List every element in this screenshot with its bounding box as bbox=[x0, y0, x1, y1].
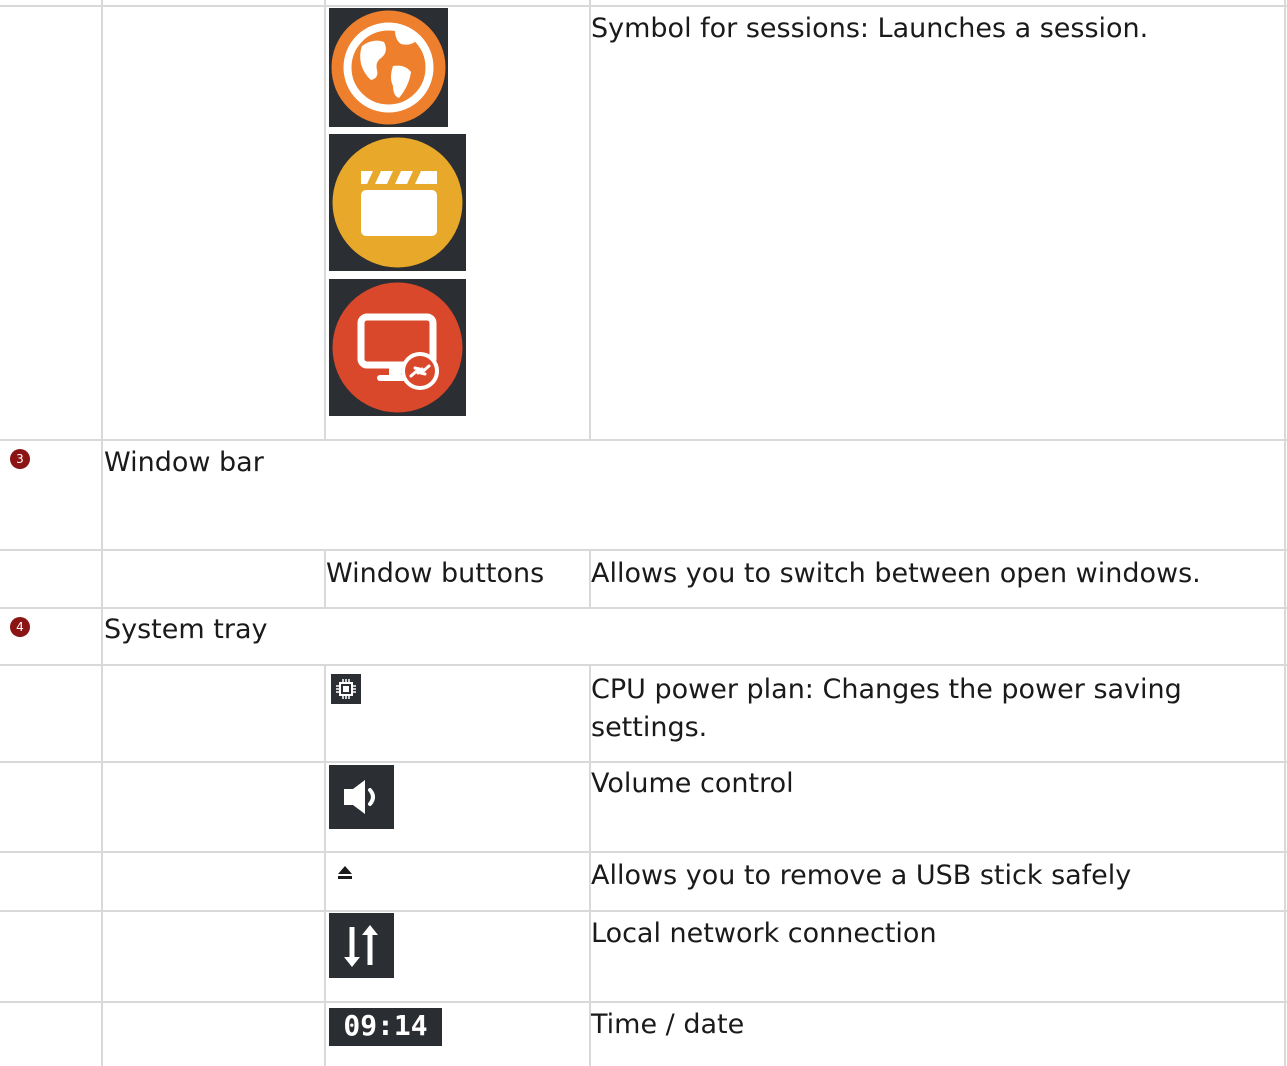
speaker-icon bbox=[329, 765, 394, 829]
section-title-system-tray: System tray bbox=[104, 614, 268, 645]
col-divider bbox=[589, 0, 591, 440]
window-buttons-description: Allows you to switch between open window… bbox=[591, 558, 1201, 589]
network-arrows-icon bbox=[329, 913, 394, 978]
eject-icon bbox=[338, 866, 352, 879]
col-divider bbox=[324, 0, 326, 440]
network-description: Local network connection bbox=[591, 918, 937, 949]
row-divider bbox=[0, 5, 1287, 7]
row-divider bbox=[0, 664, 1287, 666]
row-divider bbox=[0, 439, 1287, 441]
cpu-description: CPU power plan: Changes the power saving… bbox=[591, 674, 1182, 743]
session-description: Symbol for sessions: Launches a session. bbox=[591, 13, 1149, 44]
usb-description: Allows you to remove a USB stick safely bbox=[591, 860, 1132, 891]
clock-icon: 09:14 bbox=[329, 1008, 442, 1046]
row-divider bbox=[0, 910, 1287, 912]
section-title-window-bar: Window bar bbox=[104, 447, 264, 478]
window-buttons-label: Window buttons bbox=[326, 558, 545, 589]
row-divider bbox=[0, 1001, 1287, 1003]
feature-table bbox=[0, 0, 1287, 1066]
clapperboard-icon bbox=[329, 134, 466, 271]
volume-description: Volume control bbox=[591, 768, 794, 799]
col-divider bbox=[101, 0, 103, 1066]
col-divider bbox=[324, 665, 326, 1066]
row-divider bbox=[0, 549, 1287, 551]
row-divider bbox=[0, 607, 1287, 609]
row-divider bbox=[0, 761, 1287, 763]
time-date-description: Time / date bbox=[591, 1009, 745, 1040]
remote-desktop-icon bbox=[329, 279, 466, 416]
section-badge-3: 3 bbox=[10, 449, 30, 469]
section-badge-4: 4 bbox=[10, 617, 30, 637]
globe-icon bbox=[329, 8, 448, 127]
row-divider bbox=[0, 851, 1287, 853]
col-divider bbox=[1284, 0, 1286, 1066]
cpu-icon bbox=[331, 674, 361, 704]
